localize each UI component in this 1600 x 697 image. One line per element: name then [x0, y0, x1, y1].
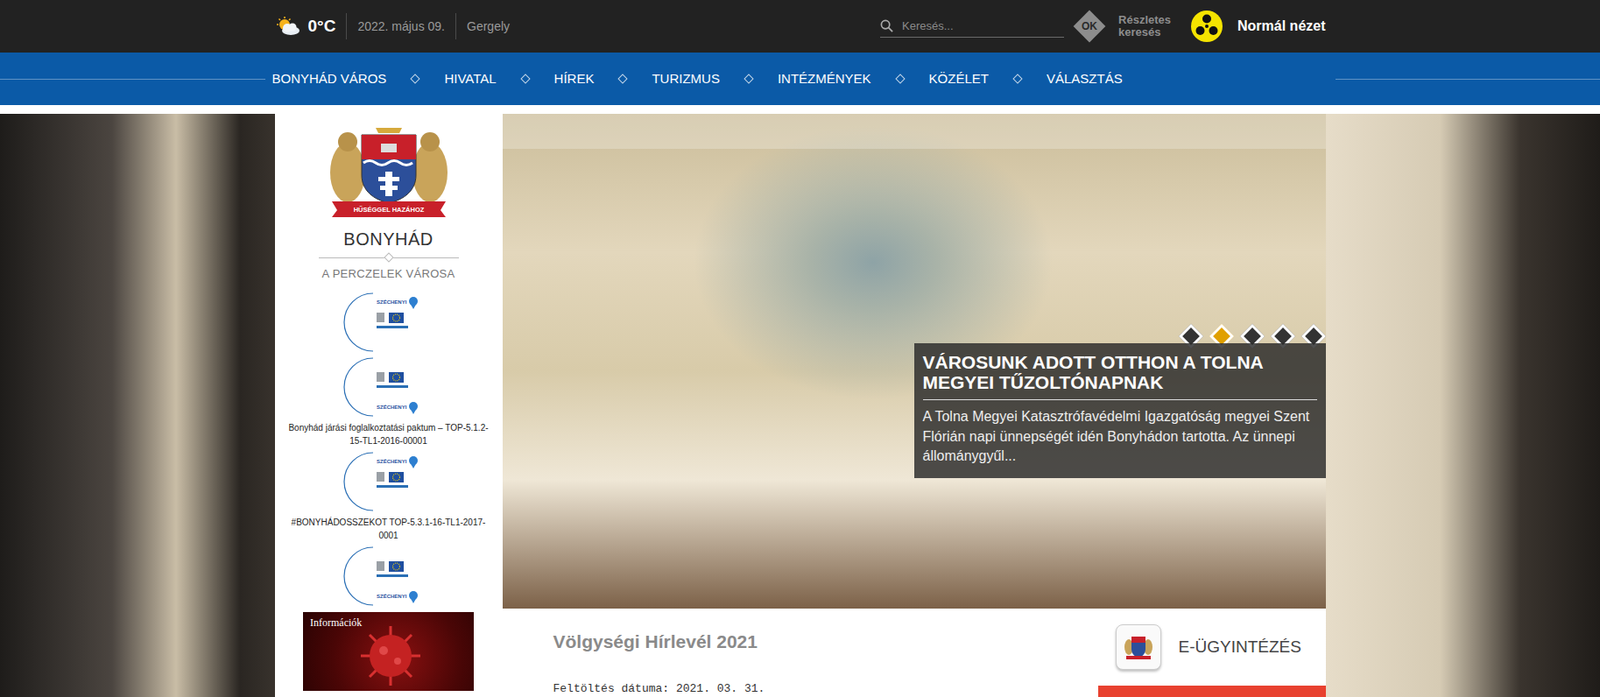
- content-area: HŰSÉGGEL HAZÁHOZ BONYHÁD A PERCZELEK VÁR…: [0, 113, 1600, 697]
- slide-title[interactable]: VÁROSUNK ADOTT OTTHON A TOLNA MEGYEI TŰZ…: [923, 352, 1318, 401]
- separator-icon: [520, 73, 530, 84]
- szechenyi-badge[interactable]: SZÉCHENYI: [274, 289, 503, 355]
- magnifier-icon: [880, 19, 894, 33]
- project-list: SZÉCHENYI SZÉCHENYI Bonyhád járási foglalk…: [274, 289, 503, 609]
- badge-label: SZÉCHENYI: [376, 298, 408, 305]
- e-admin-icon: [1115, 624, 1162, 670]
- szechenyi-badge[interactable]: SZÉCHENYI: [274, 449, 503, 515]
- slide-text: A Tolna Megyei Katasztrófavédelmi Igazga…: [923, 407, 1318, 466]
- nav-list: BONYHÁD VÁROS HIVATAL HÍREK TURIZMUS INTÉZMÉ…: [272, 69, 1324, 90]
- temperature: 0°C: [308, 14, 337, 40]
- slider-dots: [1182, 327, 1323, 346]
- szechenyi-badge[interactable]: SZÉCHENYI: [274, 354, 503, 420]
- coat-of-arms-icon[interactable]: HŰSÉGGEL HAZÁHOZ: [323, 124, 455, 221]
- separator-icon: [743, 73, 754, 84]
- date: 2022. május 09.: [357, 17, 445, 36]
- separator-icon: [410, 73, 421, 84]
- e-admin-label[interactable]: E-ÜGYINTÉZÉS: [1178, 634, 1302, 661]
- view-mode[interactable]: Normál nézet: [1237, 15, 1326, 37]
- nav-item[interactable]: BONYHÁD VÁROS: [272, 69, 388, 90]
- nav-item[interactable]: HIVATAL: [444, 69, 496, 90]
- top-bar: 0°C 2022. május 09. Gergely OK Részletes…: [0, 0, 1600, 53]
- separator-icon: [895, 73, 905, 84]
- sidebar: HŰSÉGGEL HAZÁHOZ BONYHÁD A PERCZELEK VÁR…: [274, 113, 503, 697]
- city-name: BONYHÁD: [274, 225, 503, 253]
- logo-motto: HŰSÉGGEL HAZÁHOZ: [352, 205, 424, 214]
- city-motto: A PERCZELEK VÁROSA: [274, 265, 503, 283]
- nav-item[interactable]: KÖZÉLET: [929, 69, 989, 90]
- info-box[interactable]: Információk: [303, 612, 474, 691]
- main-nav: BONYHÁD VÁROS HIVATAL HÍREK TURIZMUS INTÉZMÉ…: [0, 52, 1600, 106]
- project-caption: #BONYHÁDOSSZEKOT TOP-5.3.1-16-TL1-2017-0…: [285, 515, 492, 543]
- accessibility-icon[interactable]: [1190, 9, 1224, 43]
- tools: OK Részletes keresés Normál nézet: [880, 9, 1326, 43]
- news-item: Völgységi Hírlevél 2021 Feltöltés dátuma…: [502, 608, 1099, 697]
- separator-icon: [618, 73, 628, 84]
- search-input[interactable]: [900, 16, 1058, 36]
- e-admin[interactable]: E-ÜGYINTÉZÉS: [1098, 608, 1326, 697]
- weather-icon: [274, 16, 302, 36]
- news-date: Feltöltés dátuma: 2021. 03. 31.: [553, 680, 1081, 697]
- badge-label: SZÉCHENYI: [376, 592, 408, 600]
- info-label: Információk: [303, 612, 474, 634]
- advanced-search[interactable]: Részletes keresés: [1118, 14, 1180, 38]
- nav-item[interactable]: INTÉZMÉNYEK: [777, 69, 872, 90]
- separator-icon: [1012, 73, 1023, 84]
- search-box: [880, 14, 1065, 39]
- nav-item[interactable]: TURIZMUS: [651, 69, 720, 90]
- virus-icon: [338, 620, 444, 691]
- badge-label: SZÉCHENYI: [376, 458, 408, 465]
- szechenyi-badge[interactable]: SZÉCHENYI: [274, 543, 503, 609]
- nav-item[interactable]: HÍREK: [554, 69, 595, 90]
- project-caption: Bonyhád járási foglalkoztatási paktum – …: [285, 421, 492, 448]
- nameday: Gergely: [466, 17, 510, 36]
- main-column: VÁROSUNK ADOTT OTTHON A TOLNA MEGYEI TŰZ…: [502, 113, 1326, 697]
- badge-label: SZÉCHENYI: [376, 403, 408, 410]
- nav-item[interactable]: VÁLASZTÁS: [1046, 69, 1123, 90]
- ok-button[interactable]: OK: [1074, 11, 1105, 42]
- slide-caption[interactable]: VÁROSUNK ADOTT OTTHON A TOLNA MEGYEI TŰZ…: [914, 343, 1326, 479]
- news-title[interactable]: Völgységi Hírlevél 2021: [553, 627, 1081, 656]
- slider: VÁROSUNK ADOTT OTTHON A TOLNA MEGYEI TŰZ…: [502, 113, 1326, 609]
- bottom-panel: Völgységi Hírlevél 2021 Feltöltés dátuma…: [502, 608, 1326, 697]
- info-strip: 0°C 2022. május 09. Gergely: [274, 13, 511, 40]
